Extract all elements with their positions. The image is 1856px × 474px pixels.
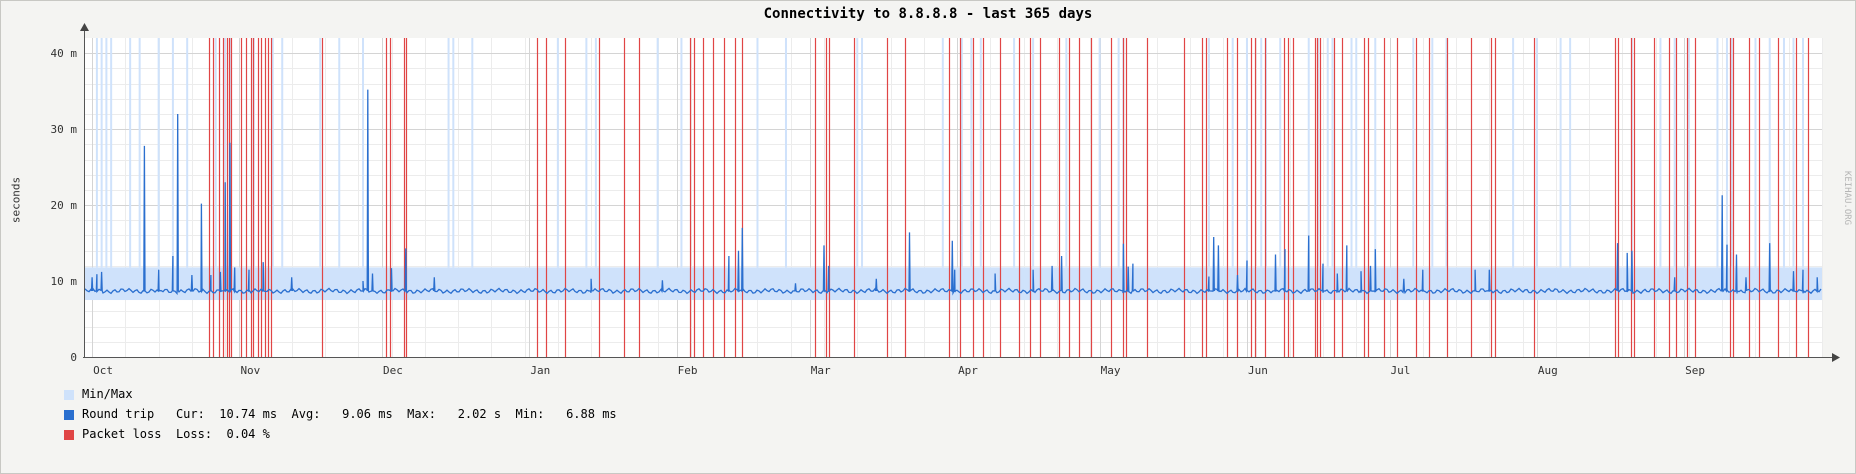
x-tick-label: Feb (678, 364, 698, 377)
y-tick-label: 40 m (51, 47, 78, 60)
x-tick-label: Sep (1685, 364, 1705, 377)
x-tick-label: Mar (811, 364, 831, 377)
minmax-band (85, 267, 1822, 301)
y-tick-label: 0 (70, 351, 77, 364)
chart-canvas: 0 10 m 20 m 30 m 40 m Oct Nov Dec Jan Feb Mar Apr Ma… (51, 23, 1840, 377)
legend-stats-packet-loss: Loss: 0.04 % (175, 427, 270, 441)
x-tick-label: Nov (240, 364, 260, 377)
y-tick-label: 10 m (51, 275, 78, 288)
x-tick-label: Dec (383, 364, 403, 377)
legend-stats-round-trip: Cur: 10.74 ms Avg: 9.06 ms Max: 2.02 s M… (175, 407, 617, 421)
x-tick-label: Apr (958, 364, 978, 377)
legend-label-round-trip: Round trip (82, 407, 155, 421)
legend-swatch-packet-loss (64, 430, 74, 440)
legend-label-packet-loss: Packet loss (82, 427, 162, 441)
legend-swatch-minmax (64, 390, 74, 400)
y-axis-arrow (80, 23, 89, 31)
x-axis-arrow (1832, 353, 1840, 362)
legend-item-round-trip: Round trip Cur: 10.74 ms Avg: 9.06 ms Ma… (64, 407, 617, 423)
y-tick-label: 20 m (51, 199, 78, 212)
x-tick-label: Jan (530, 364, 550, 377)
x-tick-label: Oct (93, 364, 113, 377)
legend-swatch-round-trip (64, 410, 74, 420)
x-tick-label: Aug (1538, 364, 1558, 377)
legend-label-minmax: Min/Max (82, 387, 133, 401)
x-tick-label: Jul (1391, 364, 1411, 377)
legend-item-packet-loss: Packet loss Loss: 0.04 % (64, 427, 270, 443)
x-tick-label: May (1101, 364, 1121, 377)
y-tick-label: 30 m (51, 123, 78, 136)
legend-item-minmax: Min/Max (64, 387, 133, 403)
x-tick-label: Jun (1248, 364, 1268, 377)
